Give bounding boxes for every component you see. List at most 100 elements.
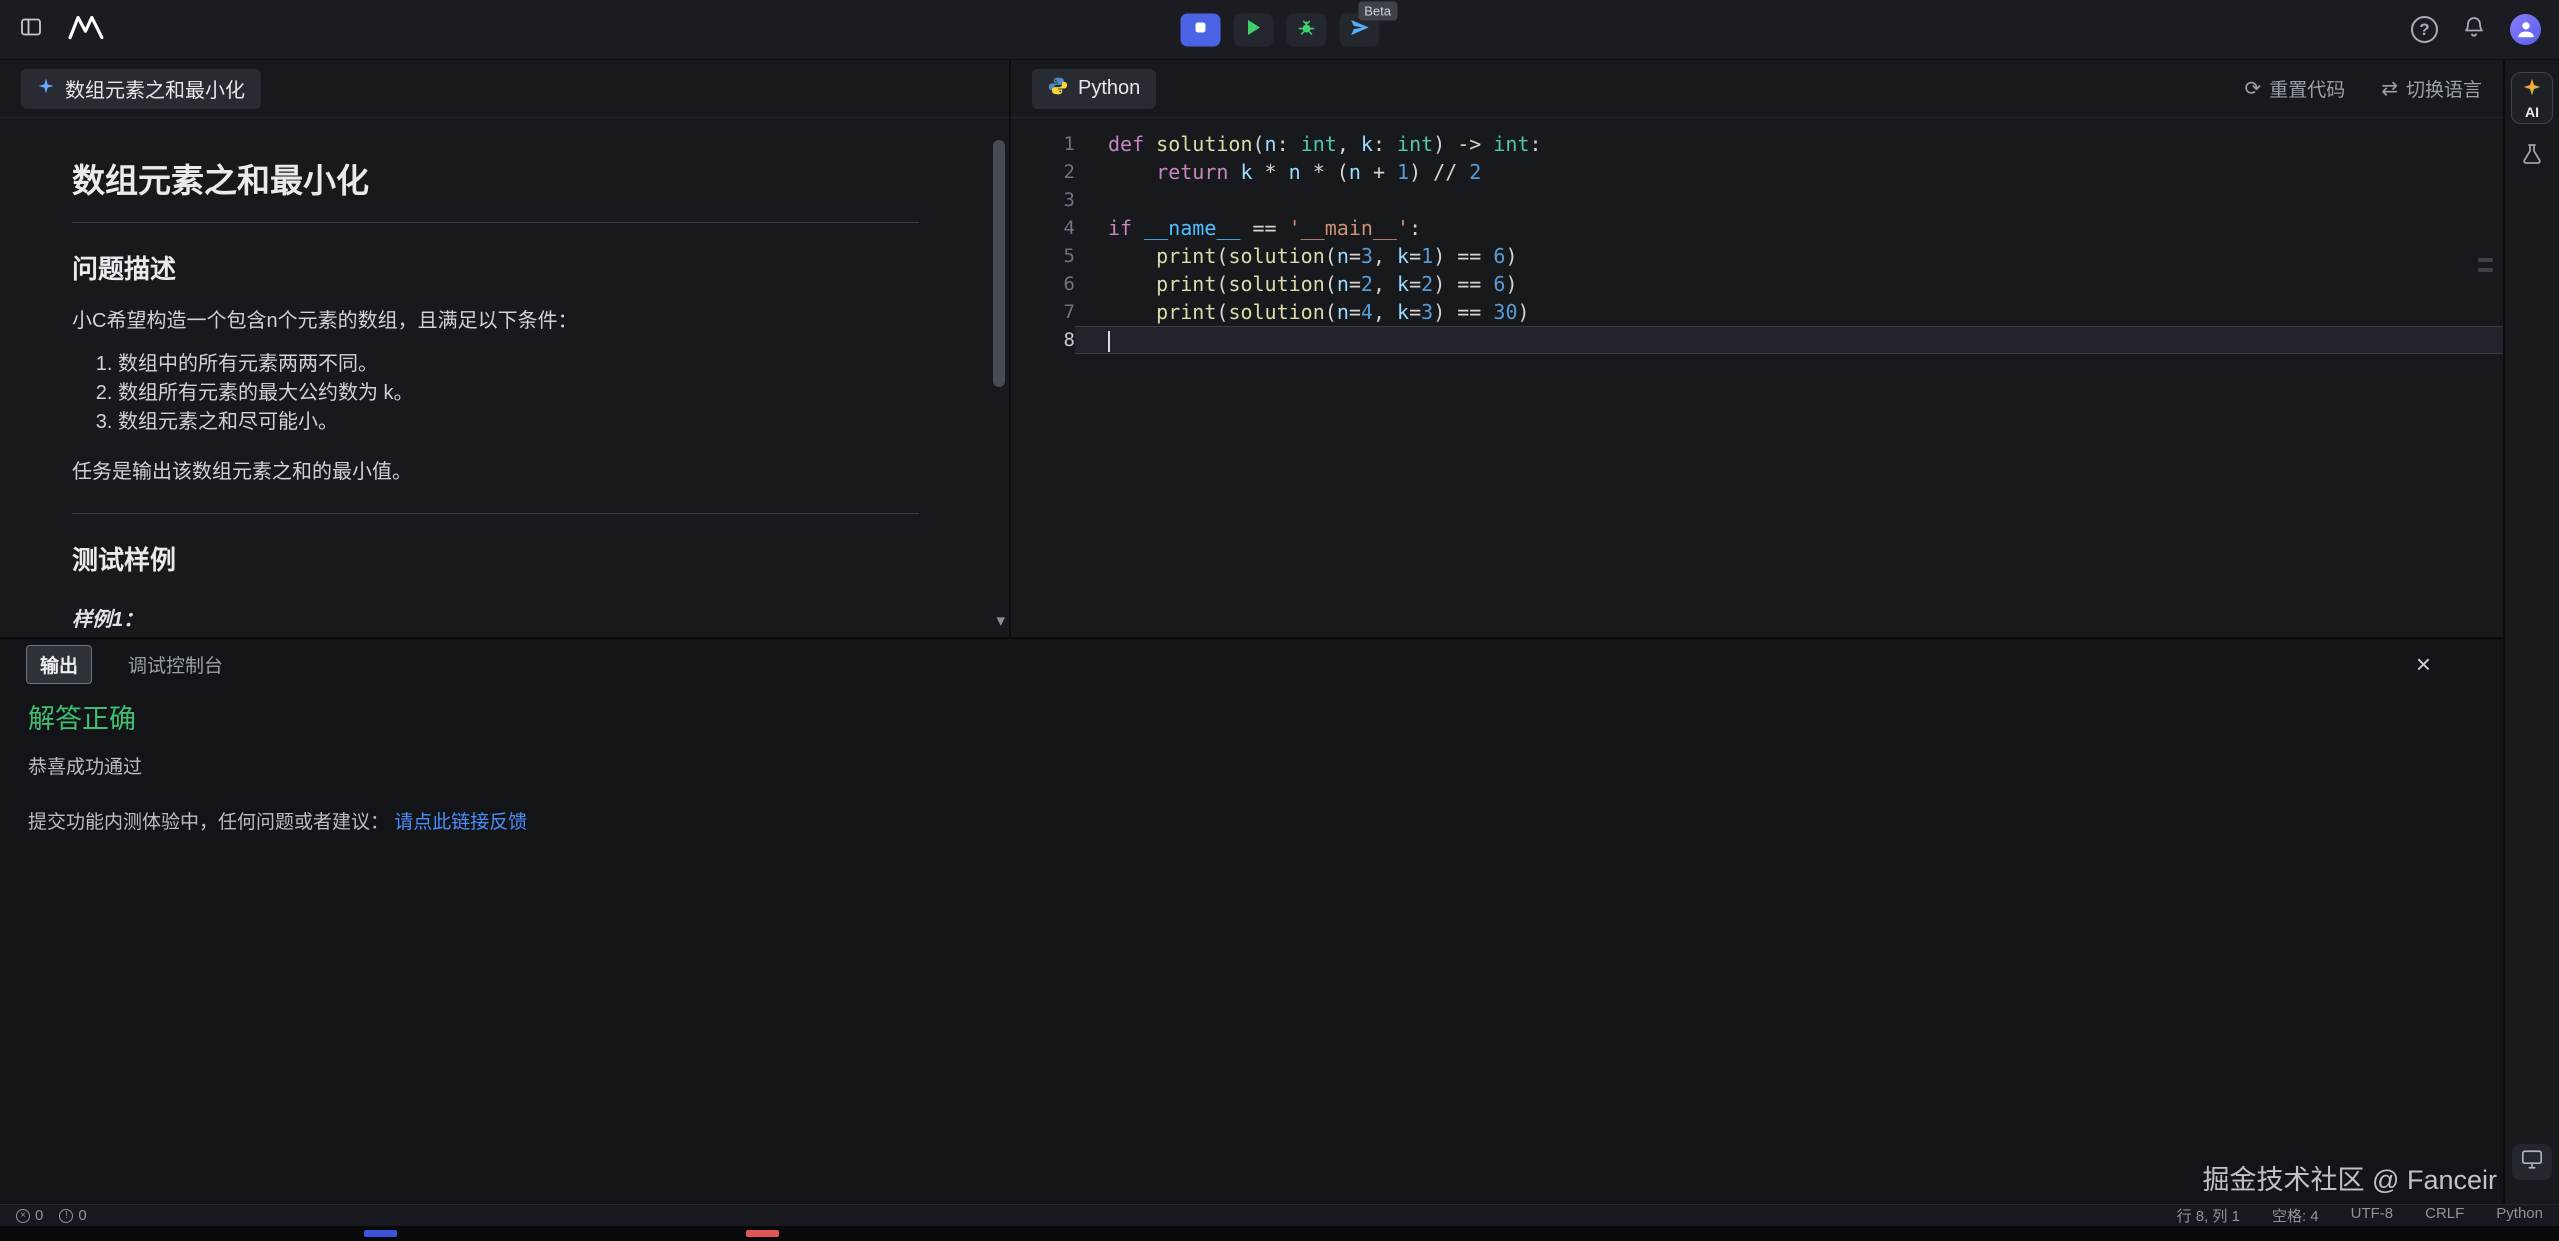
preview-button[interactable] <box>2512 1144 2552 1180</box>
logo-icon <box>68 14 104 45</box>
debug-button[interactable] <box>1286 13 1326 46</box>
code-line[interactable]: 3 <box>1011 186 2503 214</box>
line-number: 8 <box>1011 326 1075 354</box>
code-line[interactable]: 5 print(solution(n=3, k=1) == 6) <box>1011 242 2503 270</box>
feedback-link[interactable]: 请点此链接反馈 <box>394 812 527 833</box>
problems-warnings[interactable]: ! 0 <box>59 1207 86 1224</box>
app-root: Beta ? <box>0 0 2559 1241</box>
problem-pane: 数组元素之和最小化 数组元素之和最小化 问题描述 小C希望构造一个包含n个元素的… <box>0 60 1011 637</box>
editor-panes: 数组元素之和最小化 数组元素之和最小化 问题描述 小C希望构造一个包含n个元素的… <box>0 60 2503 637</box>
line-content <box>1075 326 2503 354</box>
description-heading: 问题描述 <box>72 249 919 286</box>
play-icon <box>1245 18 1261 41</box>
python-icon <box>1048 76 1068 102</box>
output-panel: 输出 调试控制台 × 解答正确 恭喜成功通过 提交功能内测体验中，任何问题或者建… <box>0 637 2503 1204</box>
problem-title: 数组元素之和最小化 <box>72 154 919 223</box>
app-logo[interactable] <box>68 14 104 45</box>
code-line[interactable]: 7 print(solution(n=4, k=3) == 30) <box>1011 298 2503 326</box>
bug-icon <box>1296 18 1316 42</box>
result-subtitle: 恭喜成功通过 <box>28 752 2475 779</box>
reset-code-button[interactable]: ⟳ 重置代码 <box>2244 75 2345 102</box>
monitor-icon <box>2521 1149 2543 1175</box>
switch-language-label: 切换语言 <box>2406 75 2482 102</box>
paper-plane-icon <box>1349 17 1369 42</box>
editor-header: Python ⟳ 重置代码 ⇄ 切换语言 <box>1011 60 2503 118</box>
reset-icon: ⟳ <box>2244 76 2261 101</box>
problem-intro: 小C希望构造一个包含n个元素的数组，且满足以下条件： <box>72 306 919 336</box>
code-lines[interactable]: 1def solution(n: int, k: int) -> int:2 r… <box>1011 118 2503 637</box>
topbar-left <box>18 14 104 45</box>
statusbar: × 0 ! 0 行 8, 列 1 空格: 4 UTF-8 CRLF Python <box>0 1204 2559 1226</box>
indentation-setting[interactable]: 空格: 4 <box>2272 1205 2319 1226</box>
line-number: 6 <box>1011 270 1075 298</box>
code-line[interactable]: 4if __name__ == '__main__': <box>1011 214 2503 242</box>
line-number: 1 <box>1011 130 1075 158</box>
person-icon <box>2515 18 2537 45</box>
bell-icon <box>2462 15 2486 44</box>
problem-tab[interactable]: 数组元素之和最小化 <box>21 69 261 109</box>
language-tab-label: Python <box>1078 77 1140 100</box>
sidebar-toggle-button[interactable] <box>18 15 44 44</box>
sparkle-icon <box>37 77 55 101</box>
eol-setting[interactable]: CRLF <box>2425 1205 2464 1226</box>
ai-sparkle-icon <box>2522 77 2542 102</box>
right-sidebar: AI <box>2503 60 2559 1204</box>
ai-label: AI <box>2525 104 2539 120</box>
toolbar-actions: Beta <box>1180 13 1379 46</box>
stop-button[interactable] <box>1180 13 1220 46</box>
statusbar-left: × 0 ! 0 <box>16 1207 87 1224</box>
topbar: Beta ? <box>0 0 2559 60</box>
editor-actions: ⟳ 重置代码 ⇄ 切换语言 <box>2244 75 2482 102</box>
cursor-position[interactable]: 行 8, 列 1 <box>2177 1205 2240 1226</box>
help-button[interactable]: ? <box>2411 16 2438 43</box>
submit-button[interactable]: Beta <box>1339 13 1379 46</box>
switch-language-button[interactable]: ⇄ 切换语言 <box>2381 75 2482 102</box>
feedback-text: 提交功能内测体验中，任何问题或者建议： <box>28 812 394 833</box>
condition-item: 数组中的所有元素两两不同。 <box>118 350 919 379</box>
line-content: print(solution(n=2, k=2) == 6) <box>1075 270 2503 298</box>
stop-icon <box>1192 19 1208 40</box>
line-content: if __name__ == '__main__': <box>1075 214 2503 242</box>
sample1-label: 样例1： <box>72 603 919 632</box>
ai-assistant-button[interactable]: AI <box>2511 72 2553 124</box>
notifications-button[interactable] <box>2462 15 2486 44</box>
conditions-list: 数组中的所有元素两两不同。 数组所有元素的最大公约数为 k。 数组元素之和尽可能… <box>72 350 919 437</box>
language-mode[interactable]: Python <box>2496 1205 2543 1226</box>
code-line[interactable]: 1def solution(n: int, k: int) -> int: <box>1011 130 2503 158</box>
workspace: 数组元素之和最小化 数组元素之和最小化 问题描述 小C希望构造一个包含n个元素的… <box>0 60 2503 1204</box>
condition-item: 数组元素之和尽可能小。 <box>118 408 919 437</box>
problem-pane-header: 数组元素之和最小化 <box>0 60 1009 118</box>
code-line[interactable]: 2 return k * n * (n + 1) // 2 <box>1011 158 2503 186</box>
problems-errors[interactable]: × 0 <box>16 1207 43 1224</box>
scroll-down-icon[interactable]: ▾ <box>996 611 1005 631</box>
code-line[interactable]: 6 print(solution(n=2, k=2) == 6) <box>1011 270 2503 298</box>
flask-icon <box>2520 142 2544 171</box>
language-tab-python[interactable]: Python <box>1032 69 1156 109</box>
line-number: 5 <box>1011 242 1075 270</box>
body-row: 数组元素之和最小化 数组元素之和最小化 问题描述 小C希望构造一个包含n个元素的… <box>0 60 2559 1204</box>
user-avatar[interactable] <box>2510 14 2541 45</box>
minimap-mark <box>2478 268 2493 272</box>
result-title: 解答正确 <box>28 697 2475 736</box>
feedback-row: 提交功能内测体验中，任何问题或者建议： 请点此链接反馈 <box>28 807 2475 834</box>
tab-output[interactable]: 输出 <box>26 645 92 684</box>
code-line[interactable]: 8 <box>1011 326 2503 354</box>
run-button[interactable] <box>1233 13 1273 46</box>
editor-pane: Python ⟳ 重置代码 ⇄ 切换语言 <box>1011 60 2503 637</box>
encoding-setting[interactable]: UTF-8 <box>2351 1205 2394 1226</box>
sidebar-toggle-icon <box>18 15 44 44</box>
line-content: def solution(n: int, k: int) -> int: <box>1075 130 2503 158</box>
line-number: 3 <box>1011 186 1075 214</box>
tab-debug-console[interactable]: 调试控制台 <box>128 651 223 678</box>
line-number: 2 <box>1011 158 1075 186</box>
line-content: print(solution(n=4, k=3) == 30) <box>1075 298 2503 326</box>
error-icon: × <box>16 1209 30 1223</box>
bottom-scroll-strip[interactable] <box>0 1226 2559 1241</box>
problem-scrollbar-thumb[interactable] <box>993 140 1005 387</box>
topbar-right: ? <box>2411 14 2541 45</box>
error-count: 0 <box>35 1207 43 1224</box>
experiments-button[interactable] <box>2520 142 2544 171</box>
close-icon: × <box>2416 649 2431 679</box>
problem-task: 任务是输出该数组元素之和的最小值。 <box>72 457 919 487</box>
close-panel-button[interactable]: × <box>2416 651 2477 677</box>
